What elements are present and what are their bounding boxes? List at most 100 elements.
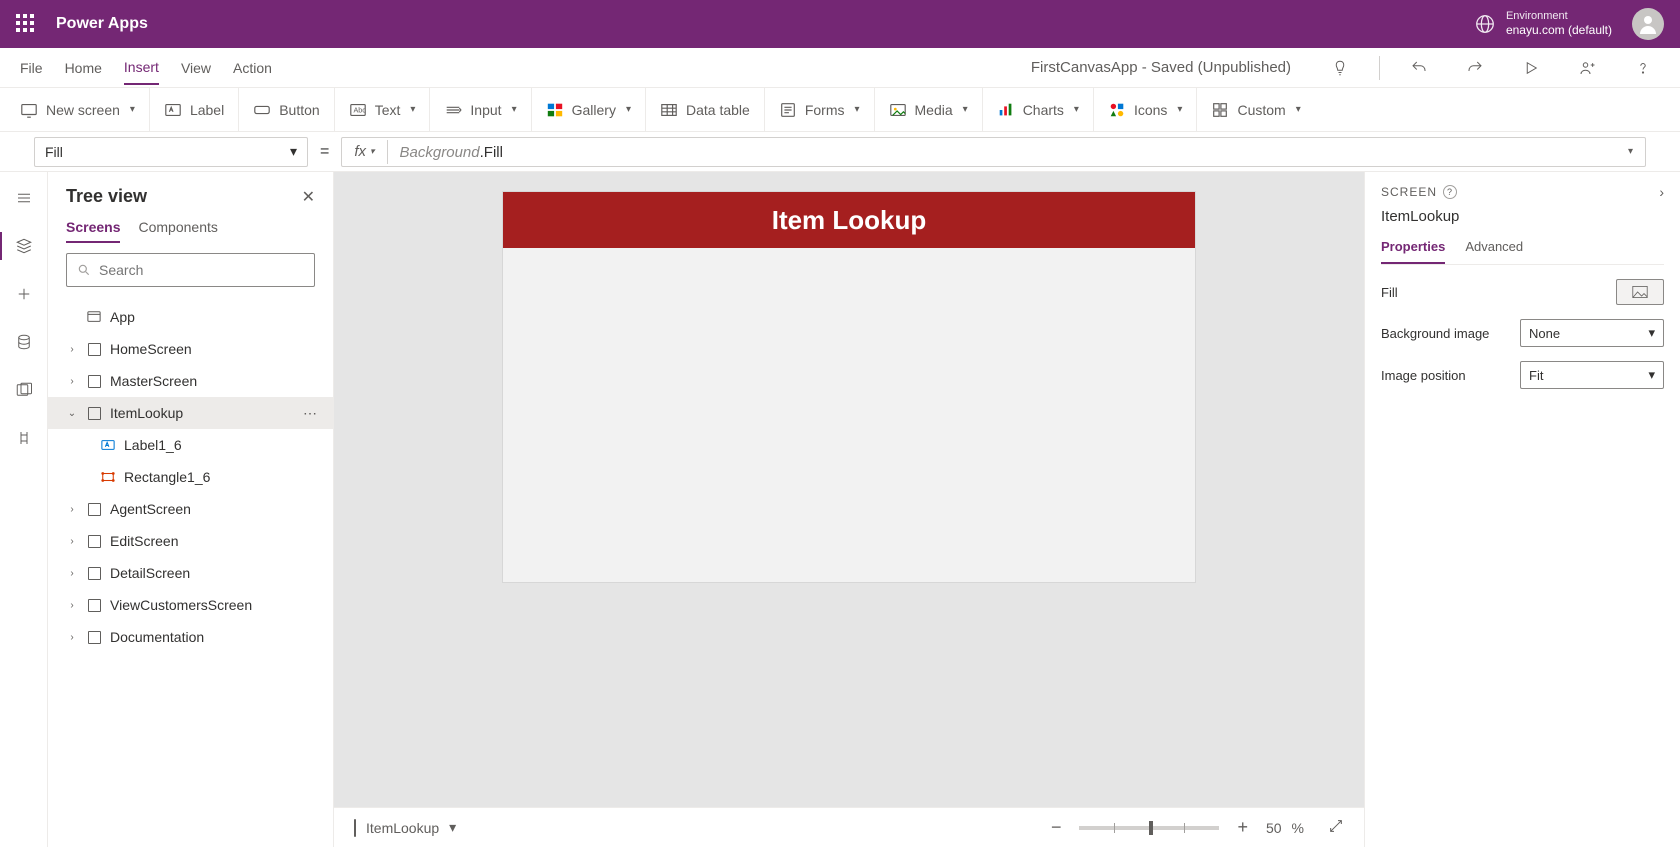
environment-picker[interactable]: Environment enayu.com (default) <box>1474 10 1612 38</box>
help-icon[interactable] <box>1626 51 1660 85</box>
user-avatar[interactable] <box>1632 8 1664 40</box>
footer-screen-icon <box>354 820 356 836</box>
prop-fill-label: Fill <box>1381 285 1398 300</box>
charts-button[interactable]: Charts▾ <box>983 88 1094 132</box>
tree-node-rectangle1_6[interactable]: Rectangle1_6 <box>48 461 333 493</box>
zoom-unit: % <box>1292 820 1304 836</box>
control-name[interactable]: ItemLookup <box>1381 208 1664 225</box>
share-icon[interactable] <box>1570 51 1604 85</box>
chevron-right-icon[interactable]: › <box>66 632 78 643</box>
button-button[interactable]: Button <box>239 88 334 132</box>
chevron-right-icon[interactable]: › <box>66 600 78 611</box>
svg-text:Abc: Abc <box>353 105 366 114</box>
footer-screen-name[interactable]: ItemLookup <box>366 820 439 836</box>
properties-panel: SCREEN ? › ItemLookup Properties Advance… <box>1364 172 1680 847</box>
icons-button[interactable]: Icons▾ <box>1094 88 1198 132</box>
prop-bgimage-label: Background image <box>1381 326 1489 341</box>
media-button[interactable]: Media▾ <box>875 88 983 132</box>
media-rail-icon[interactable] <box>12 378 36 402</box>
gallery-icon <box>546 101 564 119</box>
app-icon <box>86 309 102 325</box>
menu-view[interactable]: View <box>181 52 211 84</box>
zoom-value: 50 <box>1266 820 1282 836</box>
data-table-button[interactable]: Data table <box>646 88 765 132</box>
screen-preview[interactable]: Item Lookup <box>503 192 1195 582</box>
fit-to-window-icon[interactable] <box>1328 818 1344 837</box>
rect-node-icon <box>100 469 116 485</box>
insert-ribbon: New screen▾ Label Button Abc Text▾ Input… <box>0 88 1680 132</box>
zoom-out-icon[interactable]: − <box>1051 817 1062 838</box>
info-icon[interactable]: ? <box>1443 185 1457 199</box>
bgimage-select[interactable]: None▾ <box>1520 319 1664 347</box>
undo-icon[interactable] <box>1402 51 1436 85</box>
chevron-right-icon[interactable]: › <box>66 344 78 355</box>
waffle-icon[interactable] <box>16 14 36 34</box>
text-icon: Abc <box>349 101 367 119</box>
tab-properties[interactable]: Properties <box>1381 239 1445 264</box>
insert-rail-icon[interactable] <box>12 282 36 306</box>
input-icon <box>444 101 462 119</box>
zoom-in-icon[interactable]: + <box>1237 817 1248 838</box>
more-icon[interactable]: ⋯ <box>303 405 319 422</box>
imgpos-select[interactable]: Fit▾ <box>1520 361 1664 389</box>
tree-node-itemlookup[interactable]: ⌄ItemLookup⋯ <box>48 397 333 429</box>
chevron-right-icon[interactable]: › <box>66 536 78 547</box>
data-rail-icon[interactable] <box>12 330 36 354</box>
menu-home[interactable]: Home <box>65 52 102 84</box>
tree-search[interactable] <box>66 253 315 287</box>
close-icon[interactable]: ✕ <box>302 187 315 207</box>
formula-input[interactable]: fx▾ Background.Fill ▾ <box>341 137 1646 167</box>
property-selector[interactable]: Fill ▾ <box>34 137 308 167</box>
formula-bar: Fill ▾ = fx▾ Background.Fill ▾ <box>0 132 1680 172</box>
tab-advanced[interactable]: Advanced <box>1465 239 1523 264</box>
tree-node-label1_6[interactable]: Label1_6 <box>48 429 333 461</box>
tree-node-viewcustomersscreen[interactable]: ›ViewCustomersScreen <box>48 589 333 621</box>
panel-expand-icon[interactable]: › <box>1659 184 1664 200</box>
tools-rail-icon[interactable] <box>12 426 36 450</box>
tree-node-agentscreen[interactable]: ›AgentScreen <box>48 493 333 525</box>
icons-icon <box>1108 101 1126 119</box>
custom-button[interactable]: Custom▾ <box>1197 88 1314 132</box>
search-input[interactable] <box>99 262 304 278</box>
play-icon[interactable] <box>1514 51 1548 85</box>
label-node-icon <box>100 437 116 453</box>
app-title-saved: FirstCanvasApp - Saved (Unpublished) <box>1031 59 1291 76</box>
app-checker-icon[interactable] <box>1323 51 1357 85</box>
zoom-slider[interactable] <box>1079 826 1219 830</box>
tree-node-masterscreen[interactable]: ›MasterScreen <box>48 365 333 397</box>
input-button[interactable]: Input▾ <box>430 88 531 132</box>
chevron-right-icon[interactable]: › <box>66 376 78 387</box>
screen-icon <box>20 101 38 119</box>
forms-button[interactable]: Forms▾ <box>765 88 875 132</box>
environment-name: enayu.com (default) <box>1506 23 1612 37</box>
formula-expand-icon[interactable]: ▾ <box>1628 146 1633 157</box>
menu-insert[interactable]: Insert <box>124 51 159 85</box>
environment-icon <box>1474 13 1496 35</box>
new-screen-button[interactable]: New screen▾ <box>20 88 150 132</box>
hamburger-icon[interactable] <box>12 186 36 210</box>
label-icon <box>164 101 182 119</box>
chevron-right-icon[interactable]: › <box>66 504 78 515</box>
label-button[interactable]: Label <box>150 88 239 132</box>
tree-node-homescreen[interactable]: ›HomeScreen <box>48 333 333 365</box>
chevron-down-icon[interactable]: ⌄ <box>66 408 78 419</box>
tab-components[interactable]: Components <box>138 219 217 243</box>
tree-view-rail-icon[interactable] <box>12 234 36 258</box>
fill-color-swatch[interactable] <box>1616 279 1664 305</box>
gallery-button[interactable]: Gallery▾ <box>532 88 646 132</box>
tab-screens[interactable]: Screens <box>66 219 120 243</box>
canvas-header-rect[interactable]: Item Lookup <box>503 192 1195 248</box>
tree-node-detailscreen[interactable]: ›DetailScreen <box>48 557 333 589</box>
app-name-label: Power Apps <box>56 15 148 33</box>
menu-action[interactable]: Action <box>233 52 272 84</box>
tree-node-documentation[interactable]: ›Documentation <box>48 621 333 653</box>
search-icon <box>77 263 91 277</box>
chevron-down-icon[interactable]: ▾ <box>449 819 456 836</box>
tree-node-app[interactable]: App <box>48 301 333 333</box>
redo-icon[interactable] <box>1458 51 1492 85</box>
chevron-right-icon[interactable]: › <box>66 568 78 579</box>
text-button[interactable]: Abc Text▾ <box>335 88 431 132</box>
tree-node-editscreen[interactable]: ›EditScreen <box>48 525 333 557</box>
menu-file[interactable]: File <box>20 52 43 84</box>
equals-label: = <box>320 143 329 161</box>
